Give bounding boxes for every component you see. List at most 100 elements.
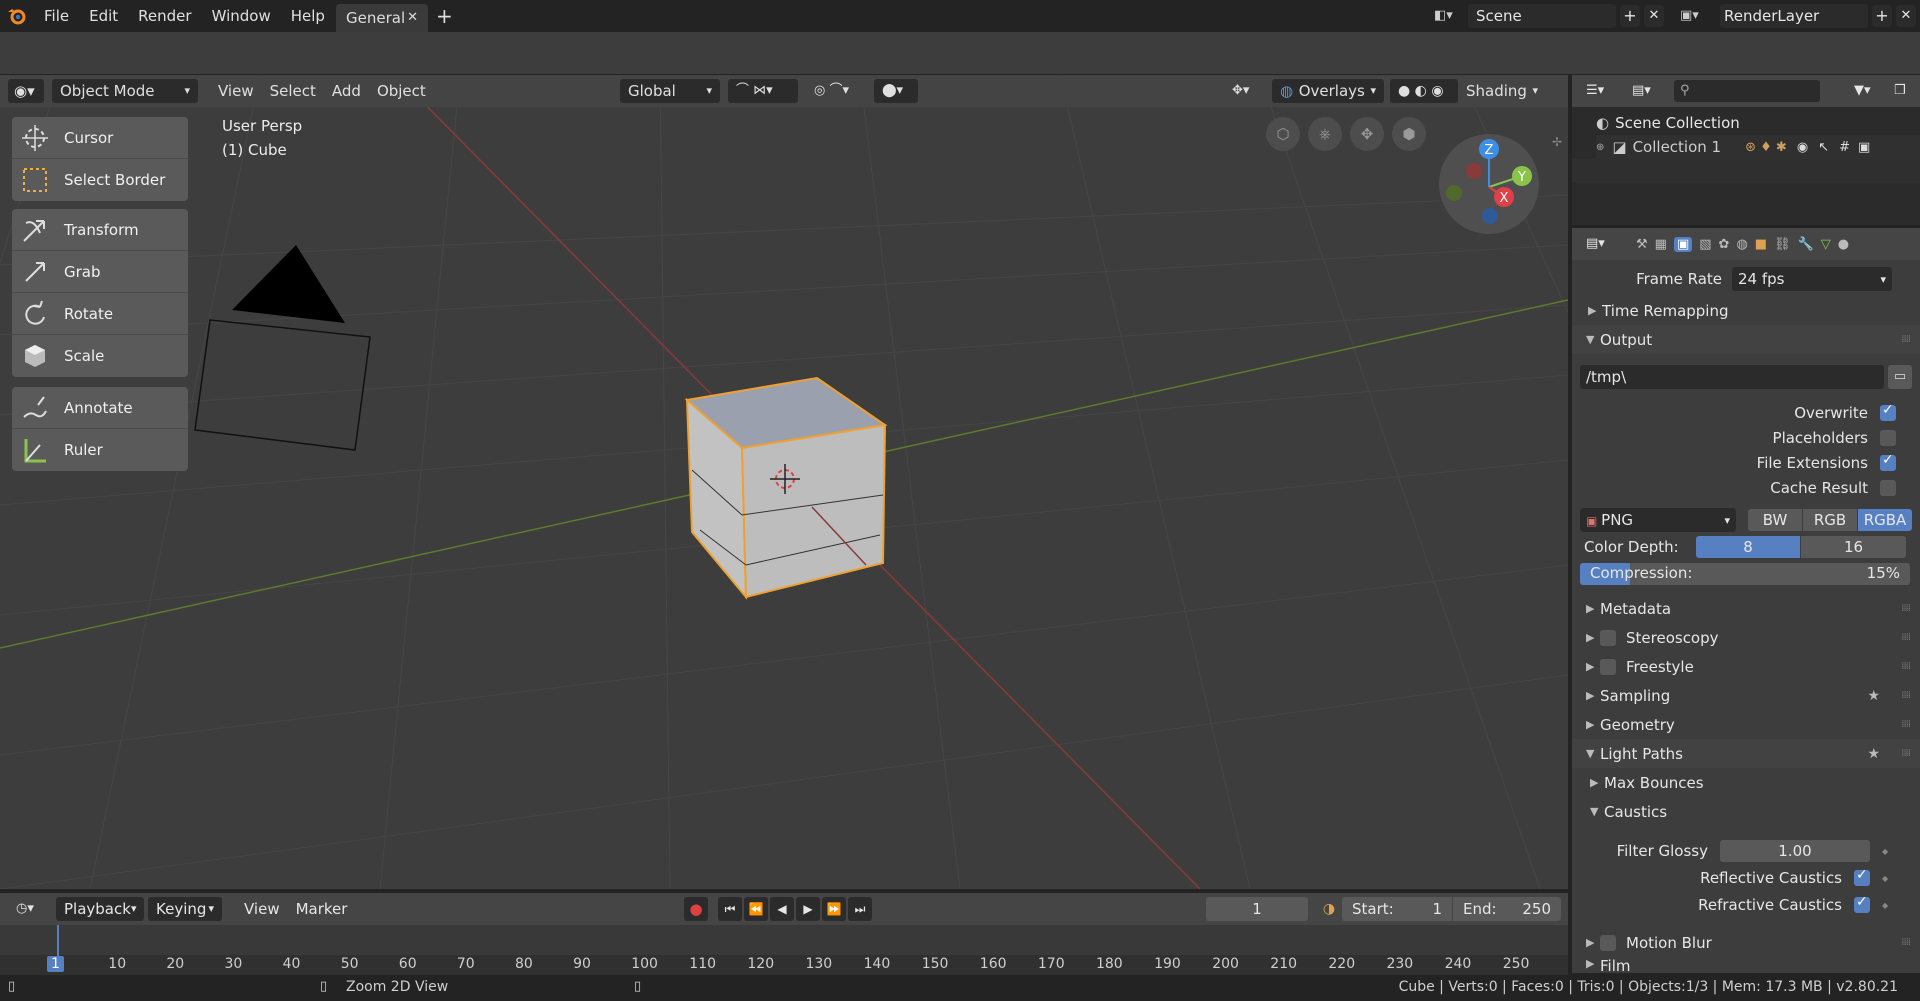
3d-viewport[interactable]: ◉▾ Object Mode ▾ View Select Add Object G… [0,75,1568,889]
overlays-dropdown[interactable]: ◍ Overlays ▾ [1272,79,1384,103]
snapping-icon[interactable]: ⌒ ⋈▾ [728,79,798,103]
file-format-dropdown[interactable]: ▣ PNG ▾ [1580,508,1736,532]
menu-edit[interactable]: Edit [79,0,128,32]
pan-view-icon[interactable]: ✥ [1350,117,1384,151]
output-tab-icon[interactable]: ▣ [1673,236,1693,252]
close-icon[interactable]: ✕ [407,4,418,32]
color-mode-bw-button[interactable]: BW [1748,509,1802,531]
menu-object[interactable]: Object [369,79,434,103]
camera-view-icon[interactable]: ⎈ [1308,117,1342,151]
modifier-tab-icon[interactable]: 🔧 [1798,237,1814,252]
compression-slider[interactable]: Compression: 15% [1580,563,1910,585]
menu-render[interactable]: Render [128,0,201,32]
drag-handle-icon[interactable]: ⁞⁞⁞⁞ [1901,690,1911,701]
outliner-editor-type-icon[interactable]: ☰▾ [1578,79,1618,103]
current-frame-field[interactable]: 1 [1206,897,1308,921]
sampling-section[interactable]: ▶ Sampling ★ ⁞⁞⁞⁞ [1572,681,1920,710]
jump-keyframe-back-icon[interactable]: ⏪ [744,897,768,921]
refractive-caustics-checkbox[interactable] [1854,894,1870,913]
drag-handle-icon[interactable]: ⁞⁞⁞⁞ [1901,334,1911,345]
light-paths-section[interactable]: ▼ Light Paths ★ ⁞⁞⁞⁞ [1572,739,1920,768]
tool-tab-icon[interactable]: ⚒ [1636,237,1648,252]
properties-editor-type-icon[interactable]: ▤▾ [1578,232,1618,256]
file-extensions-checkbox[interactable] [1880,452,1896,471]
constraints-tab-icon[interactable]: ⛓ [1774,237,1791,252]
time-remapping-section[interactable]: ▶ Time Remapping [1572,296,1920,325]
output-section[interactable]: ▼ Output ⁞⁞⁞⁞ [1572,325,1920,354]
tool-scale[interactable]: Scale [12,335,188,377]
tool-cursor[interactable]: Cursor [12,117,188,159]
play-icon[interactable]: ▶ [796,897,820,921]
cube-object[interactable] [684,376,888,600]
playback-menu[interactable]: Playback ▾ [56,897,144,921]
motion-blur-section[interactable]: ▶ Motion Blur ⁞⁞⁞⁞ [1572,928,1920,957]
add-scene-button[interactable]: + [1620,5,1640,27]
selectable-arrow-icon[interactable]: ↖ [1818,140,1829,155]
tab-general[interactable]: General ✕ [336,4,428,32]
render-layer-icon[interactable]: ▣▾ [1680,4,1720,28]
menu-select[interactable]: Select [262,79,324,103]
marker-menu[interactable]: Marker [288,897,356,921]
drag-handle-icon[interactable]: ⁞⁞⁞⁞ [1901,661,1911,672]
motion-blur-checkbox[interactable] [1600,934,1616,951]
drag-handle-icon[interactable]: ⁞⁞⁞⁞ [1901,748,1911,759]
start-frame-field[interactable]: Start: 1 [1342,897,1452,921]
menu-view[interactable]: View [210,79,262,103]
camera-object[interactable] [194,245,371,451]
world-tab-icon[interactable]: ◍ [1736,237,1747,252]
delete-render-layer-button[interactable]: ✕ [1896,5,1916,27]
display-mode-icon[interactable]: ▤▾ [1624,79,1664,103]
color-mode-rgb-button[interactable]: RGB [1803,509,1857,531]
animate-property-icon[interactable]: ◆ [1882,874,1888,883]
object-tab-icon[interactable]: ■ [1755,237,1767,252]
record-icon[interactable]: ● [684,897,708,921]
jump-keyframe-forward-icon[interactable]: ⏩ [822,897,846,921]
tool-select-border[interactable]: Select Border [12,159,188,201]
pivot-icon[interactable]: ⬤▾ [874,79,918,103]
preview-range-icon[interactable]: ◑ [1318,897,1340,921]
delete-scene-button[interactable]: ✕ [1644,5,1664,27]
stereoscopy-checkbox[interactable] [1600,629,1616,646]
expand-icon[interactable]: ⊕ [1596,142,1604,153]
metadata-section[interactable]: ▶ Metadata ⁞⁞⁞⁞ [1572,594,1920,623]
animate-property-icon[interactable]: ◆ [1882,847,1888,856]
jump-start-icon[interactable]: ⏮ [718,897,742,921]
playhead-line[interactable] [57,925,59,959]
placeholders-checkbox[interactable] [1880,430,1896,446]
drag-handle-icon[interactable]: ⁞⁞⁞⁞ [1901,603,1911,614]
film-section[interactable]: ▶ Film [1572,957,1920,973]
render-tab-icon[interactable]: ▦ [1655,237,1667,252]
preset-star-icon[interactable]: ★ [1867,688,1880,704]
scene-name-field[interactable]: Scene [1468,4,1616,28]
preset-star-icon[interactable]: ★ [1867,746,1880,762]
freestyle-checkbox[interactable] [1600,658,1616,675]
outliner-search-input[interactable]: ⚲ [1674,80,1820,102]
tool-ruler[interactable]: Ruler [12,429,188,471]
viewport-shading-icons[interactable]: ● ◐ ◉ [1390,79,1458,103]
reflective-caustics-checkbox[interactable] [1854,867,1870,886]
drag-handle-icon[interactable]: ⁞⁞⁞⁞ [1901,719,1911,730]
color-mode-rgba-button[interactable]: RGBA [1858,509,1912,531]
freestyle-section[interactable]: ▶ Freestyle ⁞⁞⁞⁞ [1572,652,1920,681]
shading-dropdown[interactable]: Shading ▾ [1458,79,1546,103]
data-tab-icon[interactable]: ▽ [1821,237,1831,252]
timeline-frame-ruler[interactable]: 1 10 20 30 40 50 60 70 80 90 100 110 120 130 140 150 160… [0,955,1568,975]
add-tab-button[interactable]: + [436,4,453,28]
scene-collection-row[interactable]: ◐ Scene Collection [1596,111,1740,135]
tool-grab[interactable]: Grab [12,251,188,293]
perspective-toggle-icon[interactable]: ⬡ [1266,117,1300,151]
drag-handle-icon[interactable]: ⁞⁞⁞⁞ [1901,937,1911,948]
blender-logo-icon[interactable] [6,6,28,26]
material-tab-icon[interactable]: ● [1838,237,1849,252]
caustics-subsection[interactable]: ▼ Caustics [1572,797,1920,826]
grid-icon[interactable]: # [1839,140,1850,155]
timeline-view-menu[interactable]: View [236,897,288,921]
color-depth-16-button[interactable]: 16 [1801,536,1906,558]
end-frame-field[interactable]: End: 250 [1453,897,1561,921]
play-reverse-icon[interactable]: ◀ [770,897,794,921]
filter-icon[interactable]: ▼▾ [1846,79,1886,103]
new-collection-icon[interactable]: ❒ [1886,79,1910,103]
output-path-input[interactable]: /tmp\ [1580,365,1884,389]
tool-rotate[interactable]: Rotate [12,293,188,335]
tool-transform[interactable]: Transform [12,209,188,251]
